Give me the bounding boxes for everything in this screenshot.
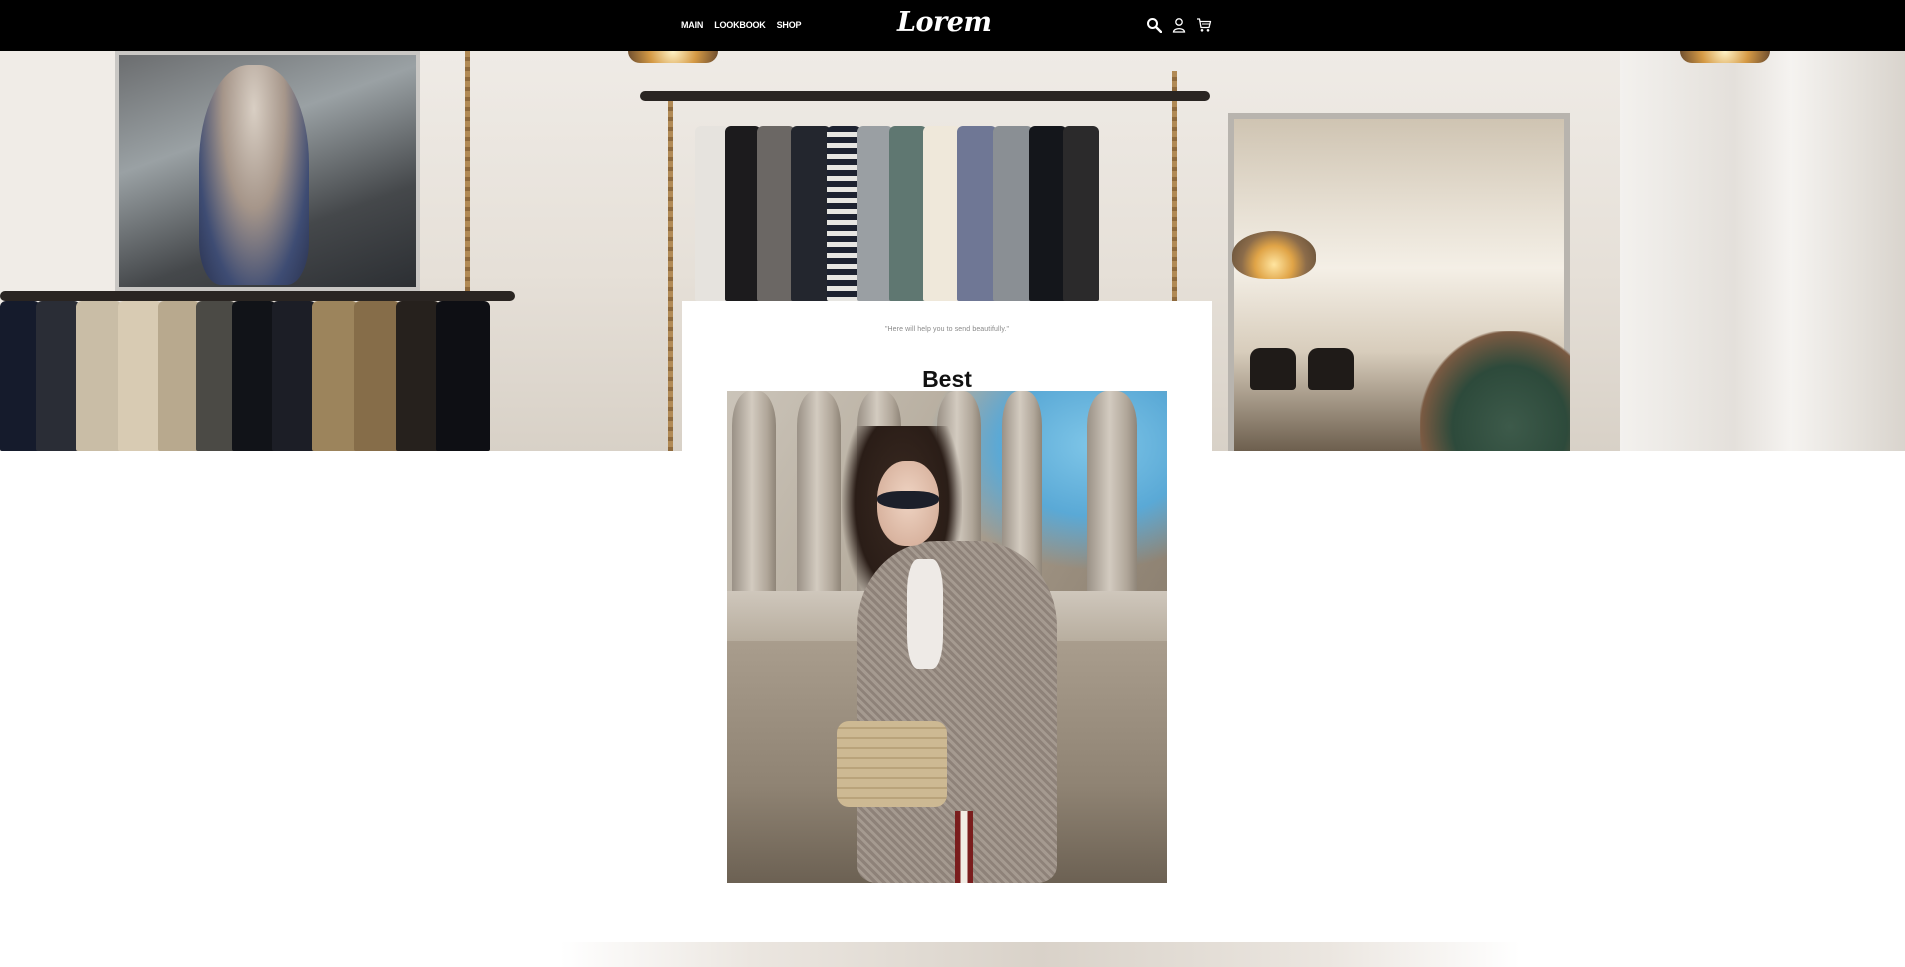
section-title: Best <box>922 366 972 392</box>
hero-bags <box>1250 348 1354 390</box>
model-handbag <box>837 721 947 807</box>
tagline-quote: "Here will help you to send beautifully.… <box>884 326 1010 333</box>
nav-link-main[interactable]: MAIN <box>681 20 703 30</box>
hero-person <box>1420 331 1570 451</box>
clothing-rail-left <box>0 291 515 301</box>
user-icon[interactable] <box>1171 17 1187 33</box>
cart-icon[interactable] <box>1196 17 1212 33</box>
baluster <box>732 391 776 621</box>
hero-curtain <box>1620 51 1905 451</box>
model-shirt <box>907 559 943 669</box>
clothing-rail-center <box>640 91 1210 101</box>
header-actions <box>1146 17 1212 33</box>
site-logo[interactable]: Lorem <box>897 7 992 38</box>
garments-center <box>695 126 1185 301</box>
main-nav: MAIN LOOKBOOK SHOP <box>681 20 802 30</box>
poster-figure <box>199 65 309 285</box>
rack-rope <box>668 91 673 451</box>
featured-photo[interactable] <box>727 391 1167 883</box>
bag-strap <box>955 811 973 883</box>
hero-poster <box>115 51 420 291</box>
garments-left <box>0 301 540 451</box>
nav-link-lookbook[interactable]: LOOKBOOK <box>714 20 766 30</box>
search-icon[interactable] <box>1146 17 1162 33</box>
ceiling-lamp <box>628 51 718 63</box>
baluster <box>1087 391 1137 621</box>
nav-link-shop[interactable]: SHOP <box>777 20 802 30</box>
ceiling-lamp <box>1680 51 1770 63</box>
featured-card: "Here will help you to send beautifully.… <box>682 301 1212 891</box>
baluster <box>797 391 841 621</box>
pendant-lamp <box>1232 231 1316 279</box>
rack-rope <box>465 51 470 301</box>
next-section-preview <box>560 942 1520 967</box>
model-sunglasses <box>877 491 939 509</box>
top-navigation-bar: MAIN LOOKBOOK SHOP Lorem <box>0 0 1905 51</box>
